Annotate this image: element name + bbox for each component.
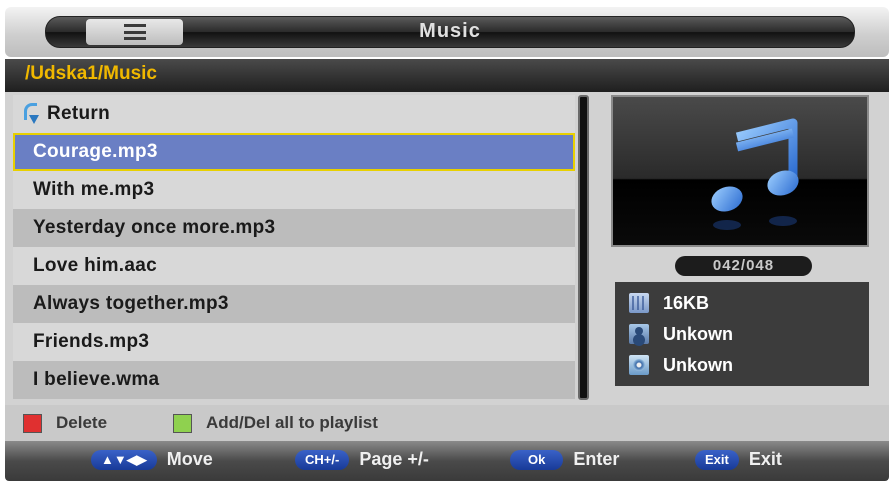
album-value: Unkown: [663, 354, 733, 375]
info-artist: Unkown: [629, 321, 733, 347]
hint-page: CH+/- Page +/-: [295, 449, 429, 470]
color-key-legend: Delete Add/Del all to playlist: [5, 405, 889, 441]
path-bar: /Udska1/Music: [5, 59, 889, 92]
hint-page-label: Page +/-: [359, 449, 429, 469]
file-item[interactable]: Yesterday once more.mp3: [13, 209, 575, 247]
file-item[interactable]: I believe.wma: [13, 361, 575, 399]
file-item[interactable]: Courage.mp3: [13, 133, 575, 171]
file-size-value: 16KB: [663, 292, 710, 313]
hint-exit-label: Exit: [748, 449, 782, 469]
file-name: Yesterday once more.mp3: [33, 217, 276, 238]
info-album: Unkown: [629, 352, 733, 378]
title-pill: Music: [45, 16, 855, 48]
ok-key-icon: Ok: [510, 449, 564, 470]
file-list: Return Courage.mp3 With me.mp3 Yesterday…: [13, 95, 575, 399]
hint-move: ▲▼◀▶ Move: [91, 449, 213, 470]
file-item[interactable]: Friends.mp3: [13, 323, 575, 361]
legend-delete-label: Delete: [56, 413, 108, 432]
legend-playlist-label: Add/Del all to playlist: [206, 413, 378, 432]
file-size-icon: [629, 293, 649, 313]
hint-move-label: Move: [166, 449, 213, 469]
arrows-key-icon: ▲▼◀▶: [91, 449, 157, 470]
page-title: Music: [419, 20, 481, 42]
file-name: Courage.mp3: [33, 141, 158, 162]
red-key-icon: [23, 413, 42, 433]
legend-playlist: Add/Del all to playlist: [173, 413, 378, 433]
ch-key-icon: CH+/-: [295, 449, 350, 470]
file-name: Friends.mp3: [33, 331, 150, 352]
file-item[interactable]: Love him.aac: [13, 247, 575, 285]
main-panel: Return Courage.mp3 With me.mp3 Yesterday…: [5, 92, 889, 405]
return-item[interactable]: Return: [13, 95, 575, 133]
hint-bar: ▲▼◀▶ Move CH+/- Page +/- Ok Enter Exit E…: [5, 441, 889, 481]
hint-enter: Ok Enter: [510, 449, 619, 470]
file-info-panel: 16KB Unkown Unkown: [615, 282, 869, 386]
return-icon: [23, 103, 39, 125]
track-counter: 042/048: [675, 256, 812, 276]
album-icon: [629, 355, 649, 375]
file-name: With me.mp3: [33, 179, 155, 200]
title-bar: Music: [5, 7, 889, 57]
album-art-preview: [611, 95, 869, 247]
green-key-icon: [173, 413, 192, 433]
legend-delete: Delete: [23, 413, 107, 433]
hint-exit: Exit Exit: [695, 449, 782, 470]
scrollbar[interactable]: [578, 95, 589, 400]
file-name: Always together.mp3: [33, 293, 229, 314]
return-label: Return: [47, 103, 111, 124]
artist-value: Unkown: [663, 323, 733, 344]
file-name: Love him.aac: [33, 255, 157, 276]
file-item[interactable]: Always together.mp3: [13, 285, 575, 323]
file-name: I believe.wma: [33, 369, 160, 390]
music-note-icon: [711, 118, 799, 230]
music-browser-screen: Music /Udska1/Music Return Courage.mp3 W…: [0, 0, 895, 484]
info-size: 16KB: [629, 290, 709, 316]
file-item[interactable]: With me.mp3: [13, 171, 575, 209]
artist-icon: [629, 324, 649, 344]
exit-key-icon: Exit: [695, 449, 739, 470]
hint-enter-label: Enter: [573, 449, 620, 469]
breadcrumb: /Udska1/Music: [25, 63, 157, 84]
